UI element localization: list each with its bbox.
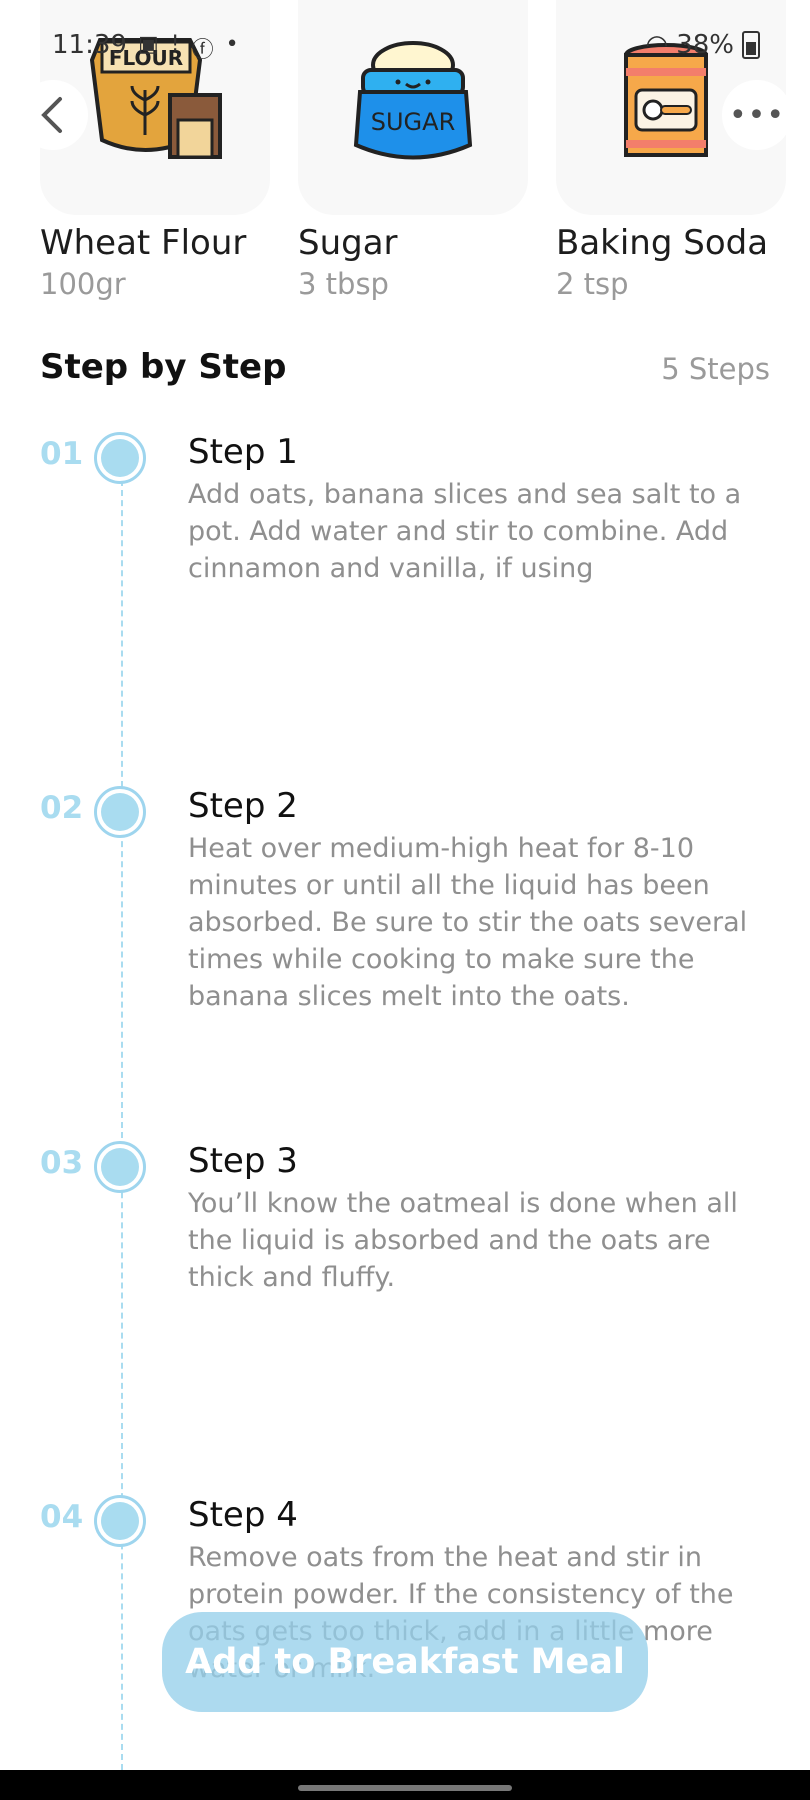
status-right: ◠ 38% — [646, 30, 760, 60]
chevron-left-icon — [41, 97, 62, 133]
step-marker-icon — [94, 1141, 146, 1193]
step-number: 03 — [40, 1145, 84, 1181]
step-number: 01 — [40, 436, 84, 472]
more-options-button[interactable]: ••• — [722, 80, 792, 150]
battery-percent: 38% — [676, 30, 734, 60]
steps-count: 5 Steps — [661, 352, 770, 386]
step-description: Heat over medium-high heat for 8-10 minu… — [188, 833, 748, 1012]
step-number: 02 — [40, 790, 84, 826]
add-to-breakfast-button[interactable]: Add to Breakfast Meal — [162, 1612, 648, 1712]
status-notification-icons: ▣ ! ⓕ • — [138, 32, 239, 64]
step-title: Step 1 — [188, 432, 298, 472]
ingredient-name: Wheat Flour — [40, 223, 247, 263]
step-title: Step 3 — [188, 1141, 298, 1181]
ingredient-name: Baking Soda — [556, 223, 769, 263]
step-description: Add oats, banana slices and sea salt to … — [188, 479, 742, 584]
more-notifications-icon: • — [225, 32, 239, 57]
step-description: You’ll know the oatmeal is done when all… — [188, 1188, 738, 1293]
home-gesture-handle[interactable] — [298, 1785, 512, 1791]
ingredient-tile: SUGAR — [298, 0, 528, 215]
timeline-line — [121, 470, 123, 1770]
status-time: 11:39 — [52, 30, 127, 60]
section-title: Step by Step — [40, 347, 287, 387]
gallery-icon: ▣ — [138, 32, 159, 57]
ingredient-card[interactable]: SUGAR Sugar 3 tbsp — [298, 0, 528, 301]
ingredient-name: Sugar — [298, 223, 398, 263]
step-marker-icon — [94, 786, 146, 838]
wifi-icon: ◠ — [645, 30, 669, 60]
step-marker-icon — [94, 1495, 146, 1547]
svg-text:SUGAR: SUGAR — [371, 108, 456, 136]
battery-icon — [742, 31, 760, 59]
back-button[interactable] — [18, 80, 88, 150]
ingredient-qty: 100gr — [40, 267, 126, 301]
sugar-bag-icon: SUGAR — [353, 41, 473, 160]
ingredient-qty: 2 tsp — [556, 267, 629, 301]
more-dots-icon: ••• — [728, 97, 786, 133]
step-title: Step 2 — [188, 786, 298, 826]
step-number: 04 — [40, 1499, 84, 1535]
alert-icon: ! — [170, 32, 180, 57]
step-marker-icon — [94, 432, 146, 484]
facebook-icon: ⓕ — [191, 38, 214, 63]
ingredient-qty: 3 tbsp — [298, 267, 389, 301]
step-title: Step 4 — [188, 1495, 298, 1535]
